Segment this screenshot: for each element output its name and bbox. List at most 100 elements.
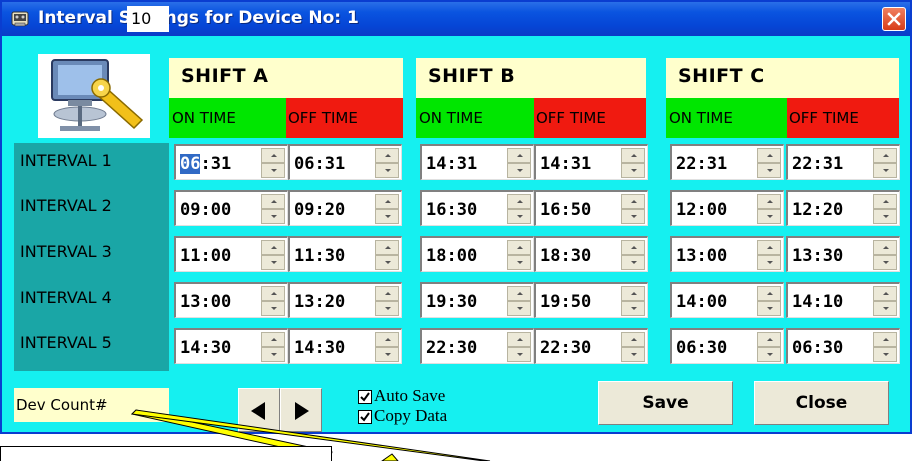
spin-down-button[interactable]	[621, 255, 645, 270]
time-value[interactable]: 13:30	[792, 246, 843, 266]
time-spinner[interactable]: 22:31	[670, 144, 784, 180]
time-spinner[interactable]: 06:30	[670, 328, 784, 364]
time-spinner[interactable]: 22:30	[534, 328, 648, 364]
spin-down-button[interactable]	[621, 347, 645, 362]
spin-up-button[interactable]	[375, 332, 399, 347]
time-value[interactable]: 19:30	[426, 292, 477, 312]
spin-down-button[interactable]	[757, 209, 781, 224]
spin-down-button[interactable]	[261, 163, 285, 178]
spin-up-button[interactable]	[621, 286, 645, 301]
time-spinner[interactable]: 18:30	[534, 236, 648, 272]
spin-down-button[interactable]	[261, 301, 285, 316]
copy-data-checkbox[interactable]	[358, 410, 372, 424]
spin-down-button[interactable]	[261, 255, 285, 270]
time-value[interactable]: 19:50	[540, 292, 591, 312]
spin-down-button[interactable]	[621, 301, 645, 316]
time-value[interactable]: 18:30	[540, 246, 591, 266]
spin-up-button[interactable]	[261, 240, 285, 255]
spin-down-button[interactable]	[507, 163, 531, 178]
time-value[interactable]: 22:31	[792, 154, 843, 174]
time-value[interactable]: 14:00	[676, 292, 727, 312]
time-spinner[interactable]: 12:00	[670, 190, 784, 226]
time-spinner[interactable]: 14:10	[786, 282, 900, 318]
device-count-field[interactable]: 10	[127, 6, 169, 32]
time-value[interactable]: 09:20	[294, 200, 345, 220]
time-spinner[interactable]: 22:31	[786, 144, 900, 180]
time-spinner[interactable]: 09:00	[174, 190, 288, 226]
spin-up-button[interactable]	[873, 332, 897, 347]
time-value[interactable]: 14:30	[294, 338, 345, 358]
spin-down-button[interactable]	[507, 255, 531, 270]
time-value[interactable]: 11:00	[180, 246, 231, 266]
time-value[interactable]: 06:31	[294, 154, 345, 174]
time-value[interactable]: 06:31	[180, 154, 231, 174]
spin-down-button[interactable]	[375, 163, 399, 178]
spin-down-button[interactable]	[757, 255, 781, 270]
time-value[interactable]: 22:30	[426, 338, 477, 358]
spin-down-button[interactable]	[757, 301, 781, 316]
next-device-button[interactable]	[280, 388, 322, 432]
time-spinner[interactable]: 06:31	[174, 144, 288, 180]
time-value[interactable]: 18:00	[426, 246, 477, 266]
spin-down-button[interactable]	[375, 347, 399, 362]
close-button[interactable]: Close	[754, 381, 889, 425]
close-icon[interactable]	[882, 7, 906, 31]
time-spinner[interactable]: 13:00	[670, 236, 784, 272]
time-spinner[interactable]: 16:30	[420, 190, 534, 226]
spin-up-button[interactable]	[757, 240, 781, 255]
time-spinner[interactable]: 14:31	[534, 144, 648, 180]
time-value[interactable]: 06:30	[676, 338, 727, 358]
time-value[interactable]: 13:00	[180, 292, 231, 312]
previous-device-button[interactable]	[238, 388, 280, 432]
spin-up-button[interactable]	[757, 148, 781, 163]
spin-down-button[interactable]	[757, 347, 781, 362]
time-spinner[interactable]: 22:30	[420, 328, 534, 364]
time-value[interactable]: 13:00	[676, 246, 727, 266]
time-spinner[interactable]: 14:30	[174, 328, 288, 364]
spin-up-button[interactable]	[261, 332, 285, 347]
spin-down-button[interactable]	[375, 209, 399, 224]
time-spinner[interactable]: 12:20	[786, 190, 900, 226]
time-value[interactable]: 09:00	[180, 200, 231, 220]
spin-up-button[interactable]	[507, 240, 531, 255]
spin-up-button[interactable]	[507, 148, 531, 163]
spin-down-button[interactable]	[261, 347, 285, 362]
spin-down-button[interactable]	[375, 301, 399, 316]
time-value[interactable]: 14:10	[792, 292, 843, 312]
time-value[interactable]: 12:00	[676, 200, 727, 220]
spin-up-button[interactable]	[621, 194, 645, 209]
time-spinner[interactable]: 18:00	[420, 236, 534, 272]
spin-up-button[interactable]	[507, 332, 531, 347]
time-value[interactable]: 14:31	[540, 154, 591, 174]
time-value[interactable]: 14:30	[180, 338, 231, 358]
time-spinner[interactable]: 13:00	[174, 282, 288, 318]
auto-save-checkbox[interactable]	[358, 390, 372, 404]
spin-down-button[interactable]	[621, 209, 645, 224]
spin-up-button[interactable]	[757, 286, 781, 301]
time-value[interactable]: 14:31	[426, 154, 477, 174]
spin-down-button[interactable]	[261, 209, 285, 224]
time-spinner[interactable]: 11:00	[174, 236, 288, 272]
spin-up-button[interactable]	[261, 194, 285, 209]
spin-down-button[interactable]	[507, 209, 531, 224]
spin-up-button[interactable]	[873, 240, 897, 255]
spin-down-button[interactable]	[873, 301, 897, 316]
time-spinner[interactable]: 16:50	[534, 190, 648, 226]
time-value[interactable]: 16:30	[426, 200, 477, 220]
time-spinner[interactable]: 14:00	[670, 282, 784, 318]
time-value[interactable]: 12:20	[792, 200, 843, 220]
time-value[interactable]: 16:50	[540, 200, 591, 220]
time-spinner[interactable]: 09:20	[288, 190, 402, 226]
time-spinner[interactable]: 14:31	[420, 144, 534, 180]
time-value[interactable]: 22:30	[540, 338, 591, 358]
save-button[interactable]: Save	[598, 381, 733, 425]
spin-down-button[interactable]	[873, 209, 897, 224]
spin-up-button[interactable]	[507, 286, 531, 301]
spin-up-button[interactable]	[621, 148, 645, 163]
spin-down-button[interactable]	[873, 255, 897, 270]
spin-up-button[interactable]	[375, 194, 399, 209]
spin-down-button[interactable]	[873, 347, 897, 362]
spin-down-button[interactable]	[507, 301, 531, 316]
time-value[interactable]: 06:30	[792, 338, 843, 358]
spin-up-button[interactable]	[375, 240, 399, 255]
